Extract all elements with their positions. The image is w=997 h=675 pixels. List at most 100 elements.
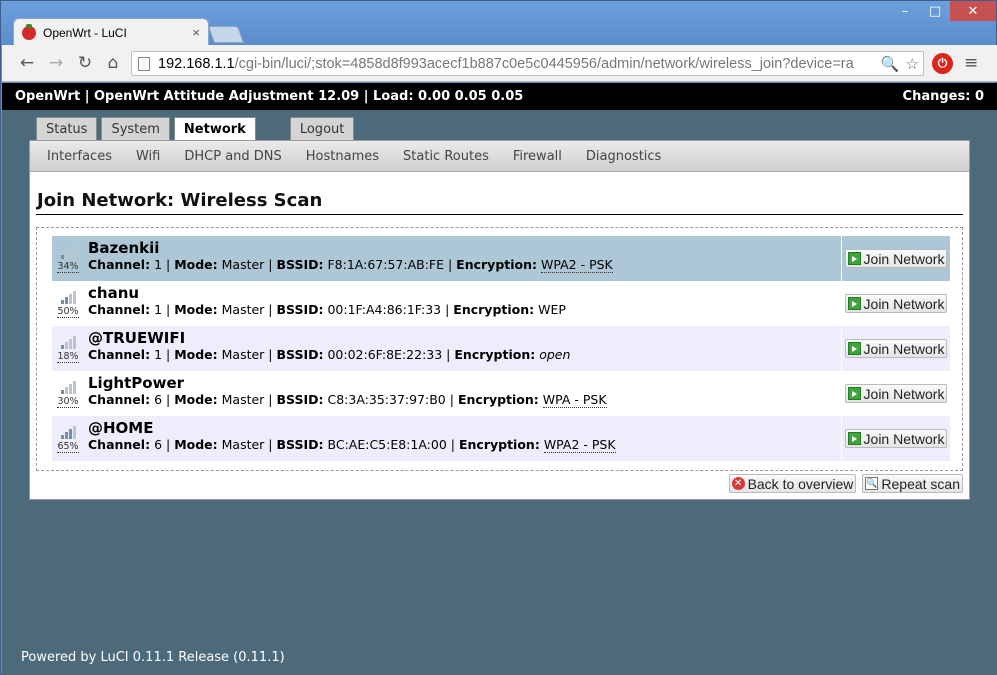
join-network-button[interactable]: Join Network [844,429,948,448]
network-info: @TRUEWIFI Channel: 1 | Mode: Master | BS… [84,326,842,371]
changes-link[interactable]: Changes: 0 [903,89,984,104]
join-label: Join Network [863,295,945,312]
row-action: Join Network [842,326,950,371]
url-path: /cgi-bin/luci/;stok=4858d8f993acecf1b887… [234,55,854,72]
browser-toolbar: ← → ↻ ⌂ 192.168.1.1/cgi-bin/luci/;stok=4… [2,45,997,82]
join-network-button[interactable]: Join Network [844,249,948,268]
signal-indicator: 65% [52,416,84,461]
channel-value: 1 [154,302,163,317]
tab-network[interactable]: Network [173,117,256,141]
status-header: OpenWrt | OpenWrt Attitude Adjustment 12… [2,83,997,110]
encryption-value: WPA2 - PSK [541,257,613,273]
subnav-diagnostics[interactable]: Diagnostics [586,149,661,164]
scan-results: 34% Bazenkii Channel: 1 | Mode: Master |… [36,227,963,471]
new-tab-button[interactable] [207,26,245,43]
network-row: 34% Bazenkii Channel: 1 | Mode: Master |… [52,236,950,281]
signal-percent: 30% [57,395,79,408]
subnav-dhcp-dns[interactable]: DHCP and DNS [184,149,281,164]
channel-label: Channel: [88,392,151,407]
repeat-scan-button[interactable]: 🔍 Repeat scan [862,474,963,493]
url-host: 192.168.1.1 [158,55,235,72]
channel-value: 1 [154,257,163,272]
signal-indicator: 30% [52,371,84,416]
network-ssid: chanu [88,284,140,302]
row-action: Join Network [842,416,950,461]
network-row: 18% @TRUEWIFI Channel: 1 | Mode: Master … [52,326,950,371]
join-network-button[interactable]: Join Network [844,294,948,313]
signal-bars-icon [60,290,76,304]
network-row: 50% chanu Channel: 1 | Mode: Master | BS… [52,281,950,326]
bssid-value: 00:02:6F:8E:22:33 [327,347,443,362]
signal-bars-icon [60,380,76,394]
content: Join Network: Wireless Scan 34% Bazenkii… [30,190,969,471]
channel-value: 6 [154,437,163,452]
join-label: Join Network [863,340,945,357]
subnav-wifi[interactable]: Wifi [136,149,160,164]
apply-icon [847,387,861,400]
row-action: Join Network [842,281,950,326]
encryption-value: WEP [538,302,566,317]
encryption-label: Encryption: [453,302,535,317]
minimize-icon[interactable]: – [890,1,920,21]
footer: Powered by LuCI 0.11.1 Release (0.11.1) [21,650,285,665]
mode-value: Master [221,437,265,452]
luci-page: OpenWrt | OpenWrt Attitude Adjustment 12… [2,83,997,675]
mode-value: Master [221,302,265,317]
subnav-static-routes[interactable]: Static Routes [403,149,489,164]
mode-label: Mode: [174,437,218,452]
bssid-label: BSSID: [276,302,324,317]
home-icon[interactable]: ⌂ [102,52,124,74]
page-title: Join Network: Wireless Scan [36,190,963,215]
window-controls: – □ ✕ [890,1,996,21]
extension-stop-icon[interactable]: ⏻ [932,53,953,74]
channel-label: Channel: [88,437,151,452]
browser-menu-icon[interactable]: ≡ [964,53,978,73]
channel-value: 6 [154,392,163,407]
back-label: Back to overview [747,475,854,492]
subnav: Interfaces Wifi DHCP and DNS Hostnames S… [30,141,969,172]
back-reset-icon: ✕ [731,477,745,490]
network-details: Channel: 6 | Mode: Master | BSSID: C8:3A… [88,392,607,408]
maximize-icon[interactable]: □ [920,1,950,21]
openwrt-favicon-icon [22,23,36,40]
signal-percent: 18% [57,350,79,363]
channel-value: 1 [154,347,163,362]
join-network-button[interactable]: Join Network [844,384,948,403]
network-ssid: @TRUEWIFI [88,329,186,347]
signal-percent: 65% [57,440,79,453]
tab-system[interactable]: System [101,117,170,140]
browser-tab[interactable]: OpenWrt - LuCI × [13,18,209,46]
bssid-label: BSSID: [276,437,324,452]
mode-label: Mode: [174,257,218,272]
tab-logout[interactable]: Logout [289,117,355,140]
zoom-icon[interactable]: 🔍 [881,55,900,73]
apply-icon [847,432,861,445]
network-info: @HOME Channel: 6 | Mode: Master | BSSID:… [84,416,842,461]
join-label: Join Network [863,250,945,267]
signal-indicator: 50% [52,281,84,326]
bookmark-star-icon[interactable]: ☆ [906,55,919,73]
subnav-hostnames[interactable]: Hostnames [306,149,379,164]
signal-percent: 50% [57,305,79,318]
tab-status[interactable]: Status [36,117,98,140]
address-bar[interactable]: 192.168.1.1/cgi-bin/luci/;stok=4858d8f99… [131,51,924,76]
row-action: Join Network [842,371,950,416]
network-info: Bazenkii Channel: 1 | Mode: Master | BSS… [84,236,842,281]
encryption-value: WPA - PSK [542,392,607,408]
back-to-overview-button[interactable]: ✕ Back to overview [728,474,857,493]
join-network-button[interactable]: Join Network [844,339,948,358]
signal-indicator: 18% [52,326,84,371]
window-close-icon[interactable]: ✕ [950,1,996,21]
subnav-firewall[interactable]: Firewall [513,149,562,164]
tab-title: OpenWrt - LuCI [43,25,127,40]
tab-close-icon[interactable]: × [192,25,200,40]
signal-bars-icon [60,245,76,259]
subnav-interfaces[interactable]: Interfaces [47,149,112,164]
network-details: Channel: 1 | Mode: Master | BSSID: 00:02… [88,347,571,362]
mode-label: Mode: [174,392,218,407]
back-arrow-icon[interactable]: ← [16,52,38,74]
forward-arrow-icon[interactable]: → [45,52,67,74]
bssid-value: BC:AE:C5:E8:1A:00 [327,437,447,452]
encryption-label: Encryption: [458,437,540,452]
reload-icon[interactable]: ↻ [74,52,96,74]
